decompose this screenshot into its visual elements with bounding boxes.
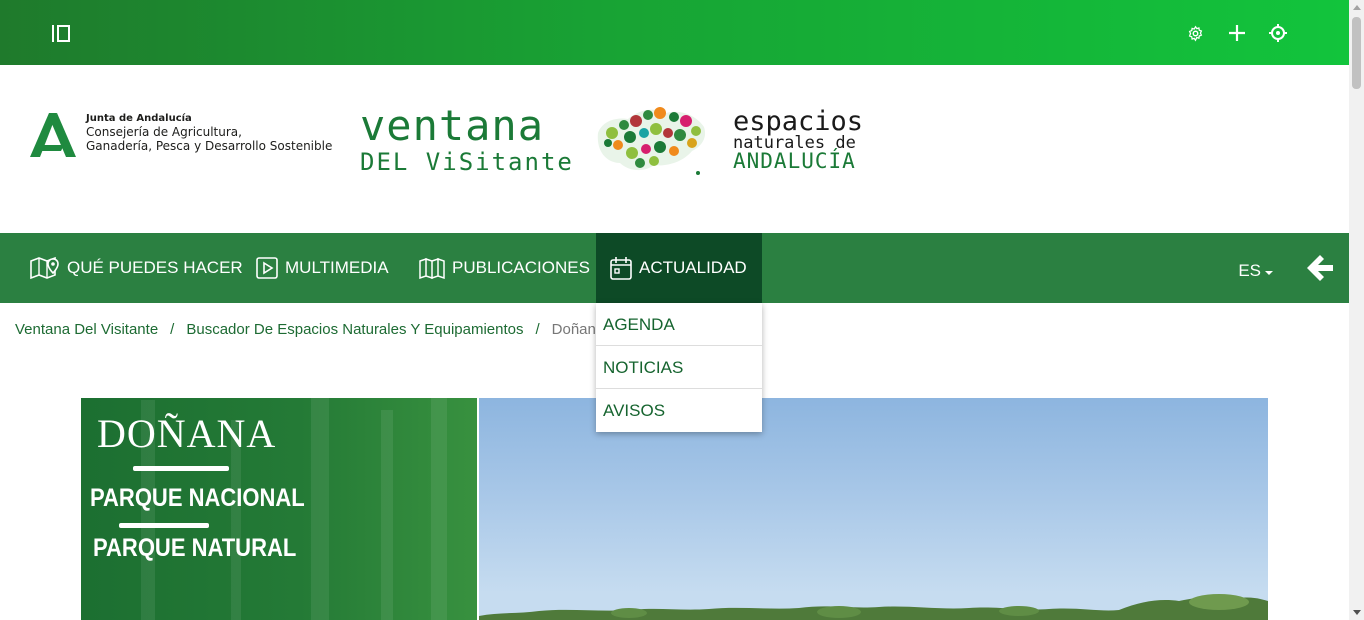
nav-label: PUBLICACIONES xyxy=(452,258,590,277)
site-header: Junta de Andalucía Consejería de Agricul… xyxy=(0,65,1349,233)
ventana-title: ventana xyxy=(360,101,545,150)
breadcrumb-link-ventana[interactable]: Ventana Del Visitante xyxy=(15,321,158,338)
scroll-up-icon[interactable] xyxy=(1353,5,1361,10)
dropdown-item-noticias[interactable]: NOTICIAS xyxy=(596,346,762,389)
junta-a-icon xyxy=(30,113,76,157)
hero-banner: DOÑANA PARQUE NACIONAL PARQUE NATURAL xyxy=(81,398,477,620)
nav-label: QUÉ PUEDES HACER xyxy=(67,258,243,277)
hero-subtitle-natural: PARQUE NATURAL xyxy=(93,534,297,562)
book-icon xyxy=(419,257,445,279)
breadcrumb: Ventana Del Visitante / Buscador De Espa… xyxy=(15,321,604,338)
map-pin-icon xyxy=(30,256,59,280)
plus-icon[interactable] xyxy=(1227,22,1246,44)
language-label: ES xyxy=(1238,261,1261,280)
junta-logo[interactable]: Junta de Andalucía Consejería de Agricul… xyxy=(30,113,332,157)
calendar-icon xyxy=(610,257,632,280)
caret-down-icon xyxy=(1265,270,1273,275)
main-nav: QUÉ PUEDES HACER MULTIMEDIA PUBLICACIONE… xyxy=(0,233,1349,303)
play-icon xyxy=(256,257,278,279)
ventana-subtitle: DEL ViSitante xyxy=(360,148,574,176)
junta-name: Junta de Andalucía xyxy=(86,113,192,124)
hero-divider xyxy=(119,523,209,528)
espacios-naturales-logo[interactable]: espacios naturales de ANDALUCÍA xyxy=(733,106,864,173)
language-selector[interactable]: ES xyxy=(1238,261,1273,281)
crosshair-icon[interactable] xyxy=(1268,22,1287,44)
page: Junta de Andalucía Consejería de Agricul… xyxy=(0,0,1364,620)
arrow-left-icon[interactable] xyxy=(1305,253,1335,288)
breadcrumb-separator: / xyxy=(535,321,540,338)
breadcrumb-link-buscador[interactable]: Buscador De Espacios Naturales Y Equipam… xyxy=(186,321,523,338)
dropdown-item-agenda[interactable]: AGENDA xyxy=(596,303,762,346)
nav-label: MULTIMEDIA xyxy=(285,258,389,277)
dropdown-item-avisos[interactable]: AVISOS xyxy=(596,389,762,432)
breadcrumb-separator: / xyxy=(170,321,175,338)
top-icons xyxy=(1186,22,1287,44)
nav-multimedia[interactable]: MULTIMEDIA xyxy=(256,233,389,303)
scroll-down-icon[interactable] xyxy=(1353,610,1361,615)
nav-que-puedes-hacer[interactable]: QUÉ PUEDES HACER xyxy=(30,233,243,303)
actualidad-dropdown: AGENDA NOTICIAS AVISOS xyxy=(596,303,762,432)
consejeria-line2: Ganadería, Pesca y Desarrollo Sostenible xyxy=(86,139,333,153)
andalucia-map-logo xyxy=(588,103,710,180)
junta-text: Junta de Andalucía Consejería de Agricul… xyxy=(86,113,332,153)
nav-publicaciones[interactable]: PUBLICACIONES xyxy=(419,233,590,303)
hero-divider xyxy=(133,466,229,471)
page-scrollbar[interactable] xyxy=(1349,0,1364,620)
nav-actualidad[interactable]: ACTUALIDAD xyxy=(596,233,762,303)
top-bar xyxy=(0,0,1349,65)
nav-label: ACTUALIDAD xyxy=(639,258,747,277)
espacios-line1: espacios xyxy=(733,106,864,137)
sidebar-toggle-icon[interactable] xyxy=(52,24,74,43)
consejeria-line1: Consejería de Agricultura, xyxy=(86,125,242,139)
espacios-line3: ANDALUCÍA xyxy=(733,149,856,173)
settings-icon[interactable] xyxy=(1186,22,1205,44)
ventana-logo[interactable]: ventana DEL ViSitante xyxy=(360,101,574,176)
hero-title: DOÑANA xyxy=(97,411,277,456)
hero-subtitle-nacional: PARQUE NACIONAL xyxy=(90,484,305,512)
scroll-thumb[interactable] xyxy=(1352,17,1361,89)
